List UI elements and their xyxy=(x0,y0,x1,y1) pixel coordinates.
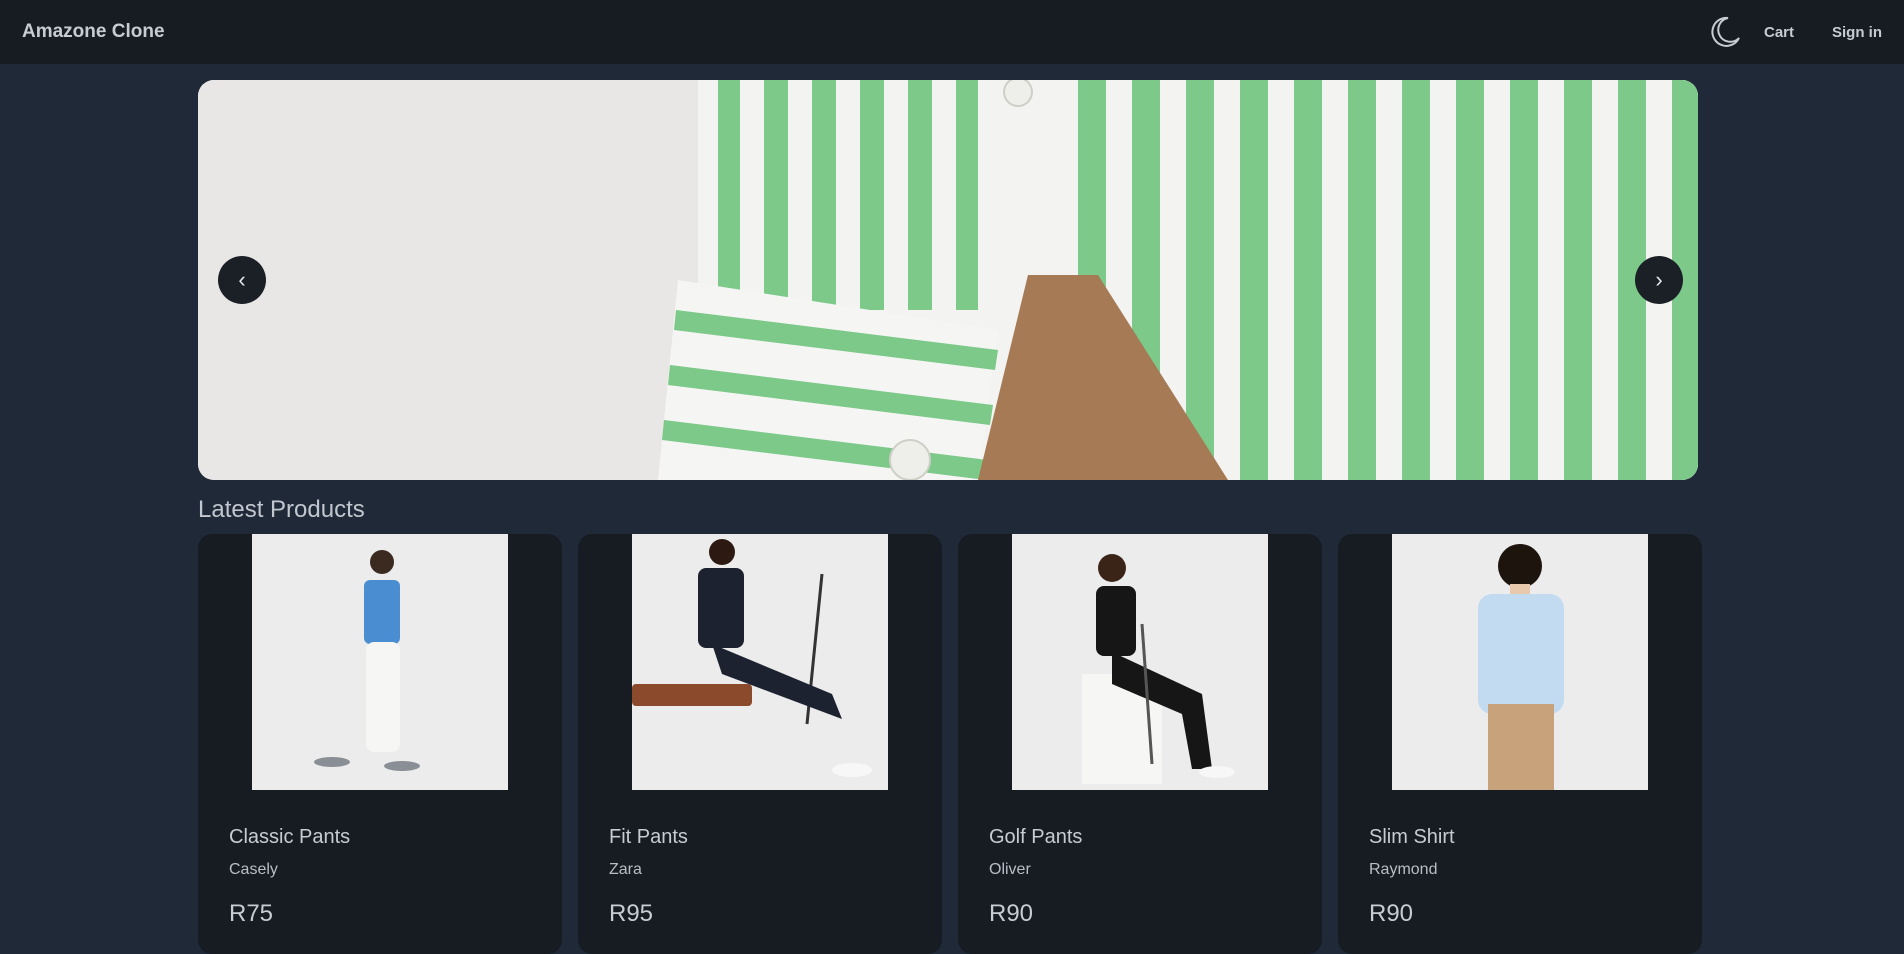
product-price: R90 xyxy=(989,900,1034,927)
product-grid: Classic Pants Casely R75 Fit Pants Zara … xyxy=(198,534,1702,954)
signin-link[interactable]: Sign in xyxy=(1832,24,1882,41)
product-title[interactable]: Classic Pants xyxy=(229,826,350,849)
carousel-image[interactable] xyxy=(198,80,1698,480)
product-card: Golf Pants Oliver R90 xyxy=(958,534,1322,954)
product-card: Slim Shirt Raymond R90 xyxy=(1338,534,1702,954)
carousel-next-button[interactable]: › xyxy=(1635,256,1683,304)
product-image[interactable] xyxy=(1392,534,1648,790)
product-brand: Oliver xyxy=(989,861,1031,878)
hero-carousel: ‹ › xyxy=(198,80,1698,480)
nav-right: Cart Sign in xyxy=(1704,12,1882,52)
product-card: Fit Pants Zara R95 xyxy=(578,534,942,954)
cart-link[interactable]: Cart xyxy=(1764,24,1794,41)
product-brand: Casely xyxy=(229,861,278,878)
product-image[interactable] xyxy=(1012,534,1268,790)
product-card: Classic Pants Casely R75 xyxy=(198,534,562,954)
moon-icon[interactable] xyxy=(1704,12,1744,52)
product-brand: Raymond xyxy=(1369,861,1438,878)
section-title: Latest Products xyxy=(198,496,365,523)
product-price: R75 xyxy=(229,900,274,927)
navbar: Amazone Clone Cart Sign in xyxy=(0,0,1904,64)
product-title[interactable]: Golf Pants xyxy=(989,826,1082,849)
product-price: R95 xyxy=(609,900,654,927)
product-price: R90 xyxy=(1369,900,1414,927)
carousel-prev-button[interactable]: ‹ xyxy=(218,256,266,304)
brand-logo[interactable]: Amazone Clone xyxy=(22,21,165,43)
product-image[interactable] xyxy=(252,534,508,790)
product-title[interactable]: Fit Pants xyxy=(609,826,688,849)
product-image[interactable] xyxy=(632,534,888,790)
product-brand: Zara xyxy=(609,861,642,878)
product-title[interactable]: Slim Shirt xyxy=(1369,826,1455,849)
